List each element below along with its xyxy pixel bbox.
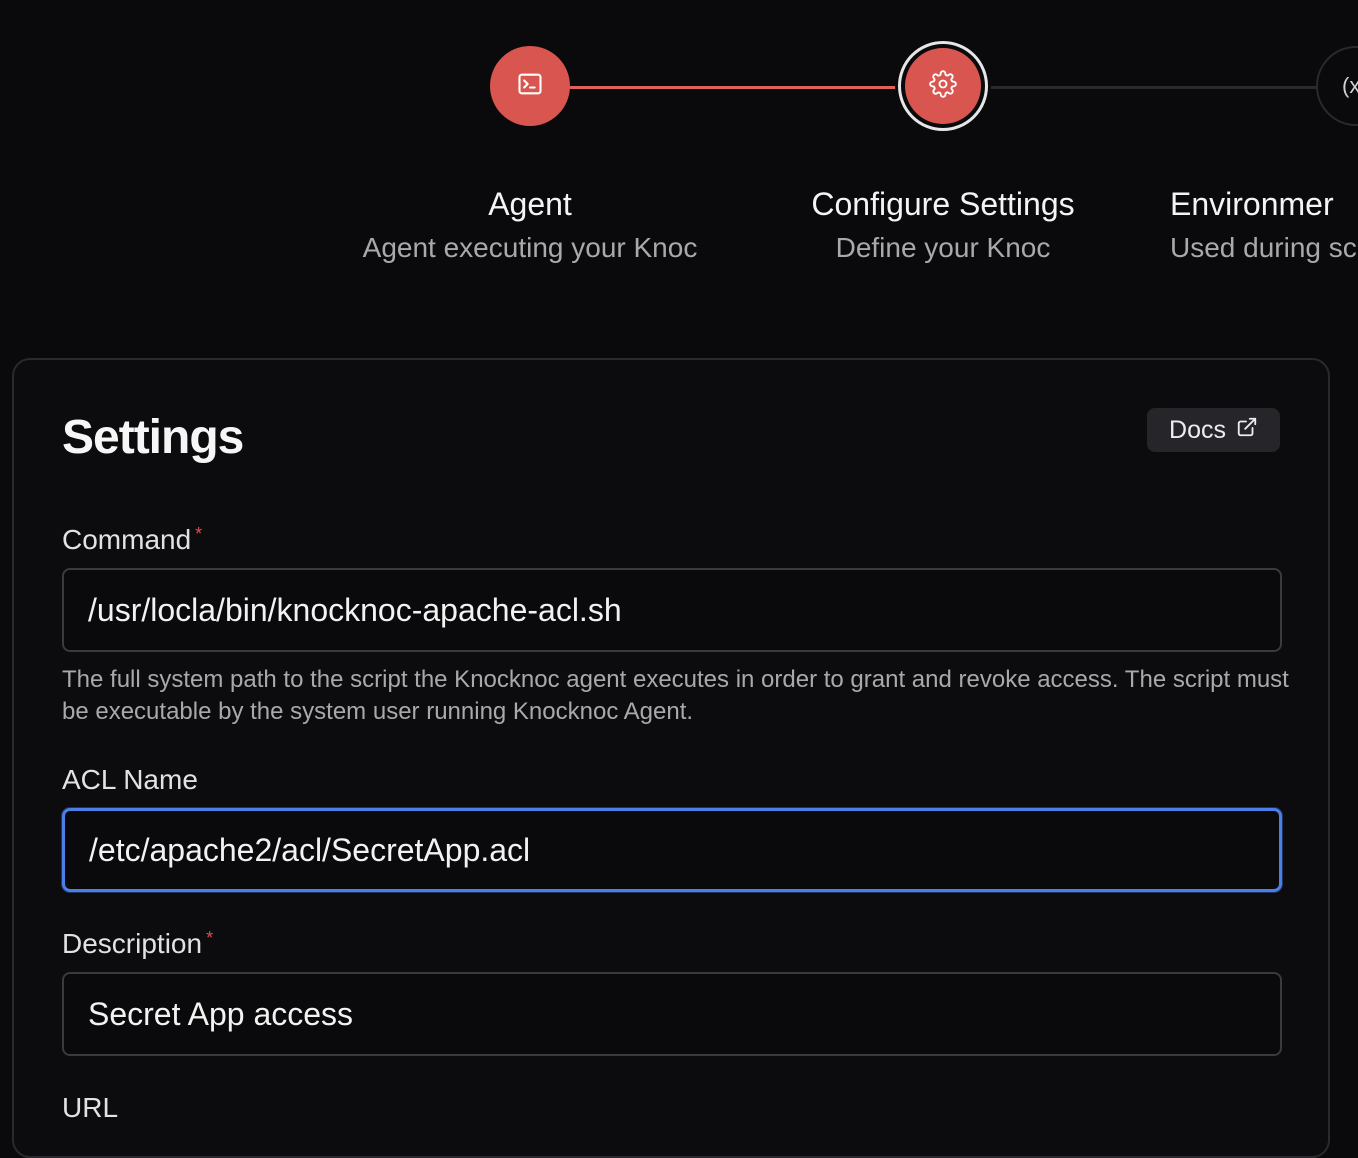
description-label: Description *: [62, 928, 213, 960]
step-environment-button[interactable]: (x: [1316, 46, 1358, 126]
external-link-icon: [1236, 416, 1258, 445]
description-label-text: Description: [62, 928, 203, 959]
step-configure-subtitle: Define your Knoc: [835, 232, 1051, 263]
required-marker: *: [195, 524, 203, 544]
gear-icon: [929, 69, 957, 103]
step-connector-upcoming: [988, 86, 1318, 89]
command-input[interactable]: [62, 568, 1282, 652]
stepper: (x Agent Agent executing your Knoc Confi…: [0, 0, 1358, 300]
url-label: URL: [62, 1092, 119, 1123]
command-label-text: Command: [62, 524, 192, 555]
step-agent-subtitle: Agent executing your Knoc: [362, 232, 698, 263]
settings-title: Settings: [62, 411, 244, 464]
acl-name-label: ACL Name: [62, 764, 198, 795]
description-input[interactable]: [62, 972, 1282, 1056]
step-environment-title: Environmer: [1170, 186, 1334, 222]
docs-button[interactable]: Docs: [1147, 408, 1280, 452]
step-agent-button[interactable]: [490, 46, 570, 126]
step-environment-subtitle: Used during sc: [1170, 232, 1357, 263]
command-help-text: The full system path to the script the K…: [62, 666, 1289, 725]
command-label: Command *: [62, 524, 202, 556]
settings-card: Settings Docs Command* The full system p…: [12, 358, 1330, 1158]
acl-name-input[interactable]: [62, 808, 1282, 892]
step-configure-settings-button[interactable]: [895, 38, 991, 134]
step-connector-completed: [570, 86, 900, 89]
step-agent-title: Agent: [488, 186, 572, 222]
docs-button-label: Docs: [1169, 415, 1226, 444]
step-configure-title: Configure Settings: [811, 186, 1075, 222]
terminal-icon: [516, 70, 544, 103]
required-marker: *: [206, 928, 214, 948]
variable-icon: (x: [1342, 73, 1358, 98]
